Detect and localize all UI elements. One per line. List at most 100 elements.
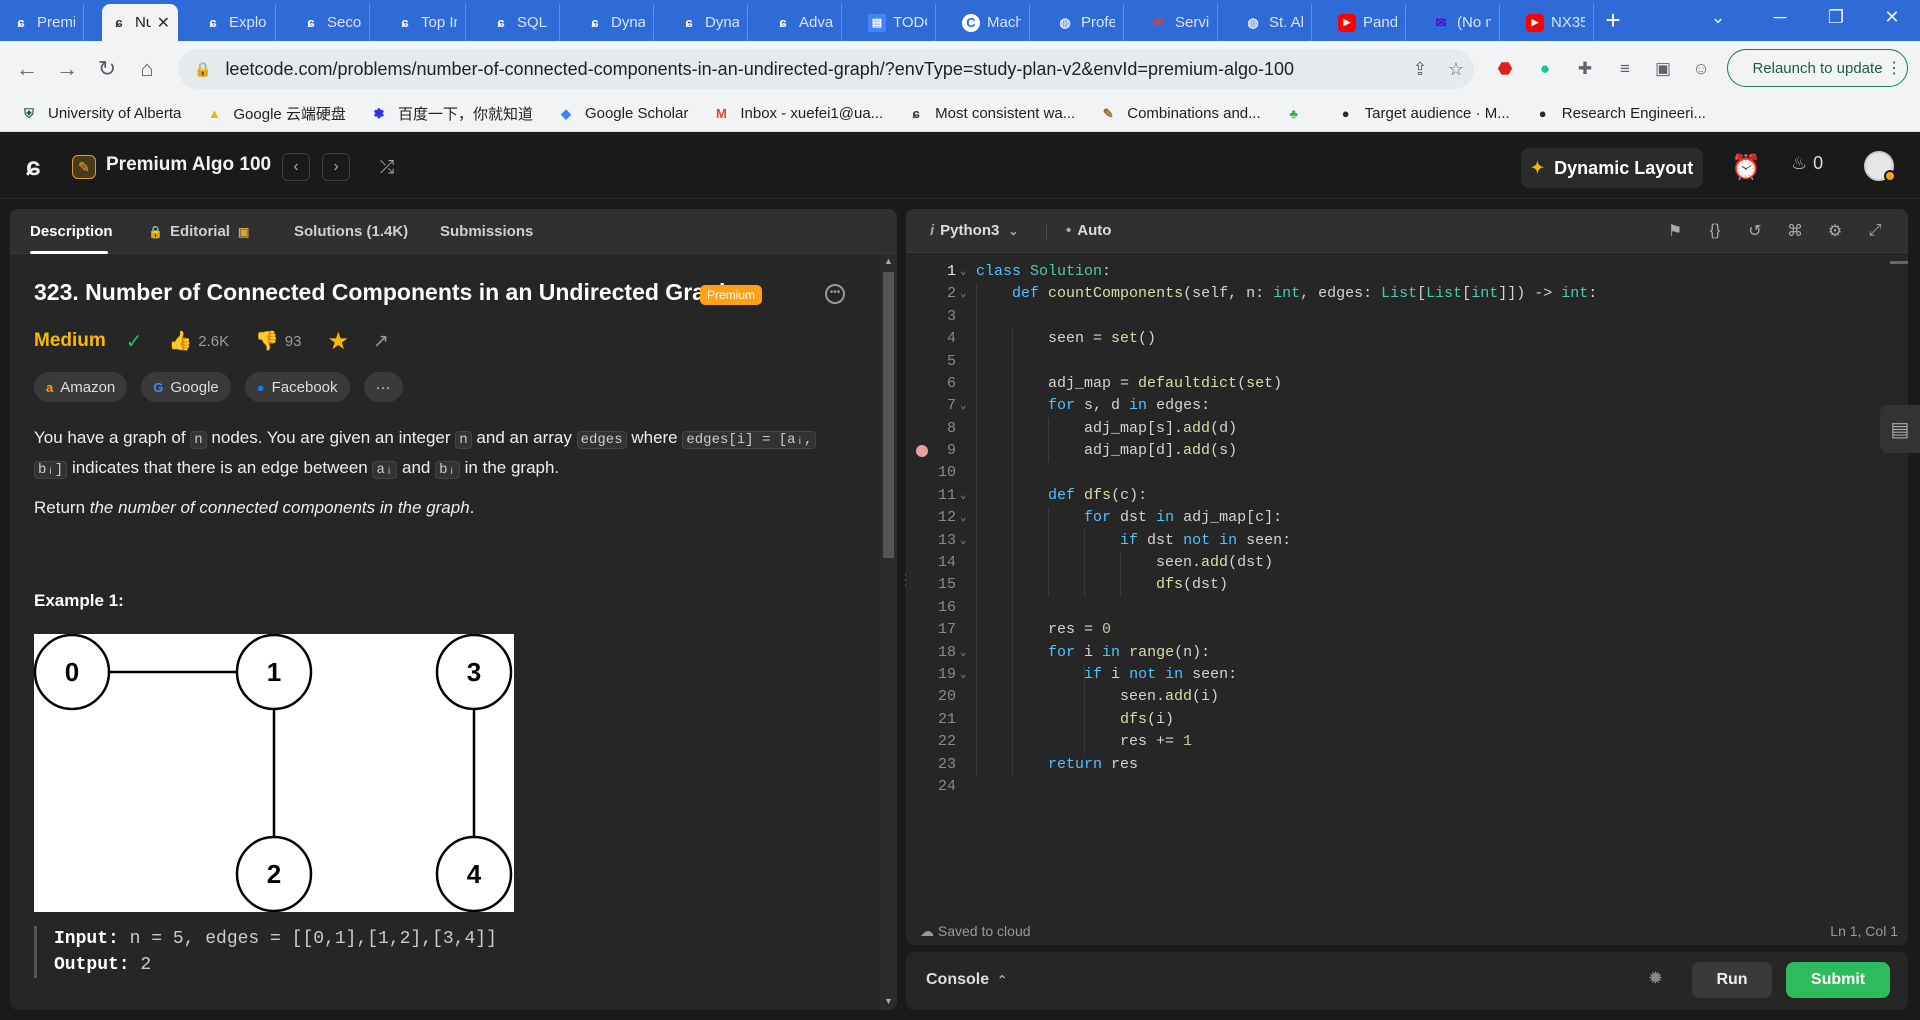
study-plan-title[interactable]: Premium Algo 100: [106, 154, 271, 176]
settings-gear-icon[interactable]: ⚙: [1824, 220, 1846, 242]
bookmark-star-icon[interactable]: ☆: [1438, 59, 1474, 80]
browser-tab[interactable]: ɕ Explor: [196, 4, 276, 41]
code-line[interactable]: 20 seen.add(i): [906, 686, 1908, 708]
more-options-icon[interactable]: •••: [825, 284, 845, 304]
code-line[interactable]: 7 ⌄ for s, d in edges:: [906, 395, 1908, 417]
tab-search-icon[interactable]: ⌄: [1690, 0, 1746, 34]
browser-tab[interactable]: ɕ Dynan: [578, 4, 654, 41]
tab-solutions[interactable]: Solutions (1.4K): [294, 223, 408, 240]
breakpoint-marker[interactable]: [916, 445, 928, 458]
favorite-star-icon[interactable]: ★: [327, 327, 349, 356]
alarm-clock-icon[interactable]: ⏰: [1731, 152, 1761, 182]
side-panel-icon[interactable]: ▣: [1648, 54, 1678, 84]
browser-tab[interactable]: ɕ Nu ✕: [102, 4, 178, 41]
language-select[interactable]: i Python3 ⌄: [930, 222, 1018, 239]
code-line[interactable]: 6 adj_map = defaultdict(set): [906, 373, 1908, 395]
code-line[interactable]: 13 ⌄ if dst not in seen:: [906, 530, 1908, 552]
browser-tab[interactable]: ɕ Dynan: [672, 4, 748, 41]
problem-title[interactable]: 323. Number of Connected Components in a…: [34, 279, 733, 306]
code-line[interactable]: 5: [906, 351, 1908, 373]
browser-tab[interactable]: ɕ Secon: [294, 4, 370, 41]
bookmark-item[interactable]: ◆ Google Scholar: [557, 105, 688, 123]
console-toggle[interactable]: Console ⌃: [926, 971, 1007, 989]
code-line[interactable]: 12 ⌄ for dst in adj_map[c]:: [906, 507, 1908, 529]
browser-tab[interactable]: ◍ St. Alb: [1236, 4, 1312, 41]
code-line[interactable]: 10: [906, 462, 1908, 484]
fold-chevron-icon[interactable]: ⌄: [960, 642, 967, 664]
fold-chevron-icon[interactable]: ⌄: [960, 507, 967, 529]
browser-tab[interactable]: ▤ TODO: [860, 4, 936, 41]
code-line[interactable]: 8 adj_map[s].add(d): [906, 418, 1908, 440]
reload-button[interactable]: ↻: [92, 54, 122, 84]
description-scrollbar[interactable]: ▲ ▼: [880, 254, 897, 1010]
browser-tab[interactable]: ✉ Servic: [1142, 4, 1218, 41]
bookmark-item[interactable]: M Inbox - xuefei1@ua...: [712, 105, 883, 123]
tab-submissions[interactable]: Submissions: [440, 223, 533, 240]
thumbs-up-icon[interactable]: 👍: [169, 329, 193, 353]
reset-code-icon[interactable]: ↺: [1744, 220, 1766, 242]
tab-description[interactable]: Description: [30, 223, 113, 240]
bookmark-item[interactable]: ● Research Engineeri...: [1534, 105, 1706, 123]
browser-tab[interactable]: ▶ Panda: [1330, 4, 1406, 41]
bookmark-item[interactable]: ɕ Most consistent wa...: [907, 105, 1076, 123]
thumbs-down-icon[interactable]: 👎: [255, 329, 279, 353]
code-line[interactable]: 9 adj_map[d].add(s): [906, 440, 1908, 462]
home-button[interactable]: ⌂: [132, 54, 162, 84]
fold-chevron-icon[interactable]: ⌄: [960, 261, 967, 283]
code-area[interactable]: 1 ⌄ class Solution: 2 ⌄ def countComponents(…: [906, 261, 1908, 821]
code-line[interactable]: 4 seen = set(): [906, 328, 1908, 350]
back-button[interactable]: ←: [12, 54, 42, 84]
tag-facebook[interactable]: ● Facebook: [244, 372, 350, 402]
shuffle-icon[interactable]: ⤮: [373, 153, 401, 181]
share-icon[interactable]: ↗: [373, 330, 389, 353]
browser-tab[interactable]: ɕ Top In: [388, 4, 466, 41]
fullscreen-expand-icon[interactable]: ⤢: [1864, 220, 1886, 242]
fold-chevron-icon[interactable]: ⌄: [960, 395, 967, 417]
notes-side-tab[interactable]: ▤: [1880, 405, 1920, 453]
fold-chevron-icon[interactable]: ⌄: [960, 283, 967, 305]
bookmark-icon[interactable]: ⚑: [1664, 220, 1686, 242]
debug-bug-icon[interactable]: ✹: [1648, 968, 1663, 989]
profile-avatar-icon[interactable]: ☺: [1686, 54, 1716, 84]
media-control-icon[interactable]: ≡: [1610, 54, 1640, 84]
browser-tab[interactable]: ɕ Premiu: [4, 4, 84, 41]
code-line[interactable]: 1 ⌄ class Solution:: [906, 261, 1908, 283]
relaunch-to-update-button[interactable]: Relaunch to update: [1727, 49, 1908, 87]
scrollbar-thumb[interactable]: [883, 272, 894, 558]
extensions-puzzle-icon[interactable]: ✚: [1570, 54, 1600, 84]
tag-google[interactable]: G Google: [141, 372, 231, 402]
fold-chevron-icon[interactable]: ⌄: [960, 485, 967, 507]
share-icon[interactable]: ⇪: [1402, 59, 1438, 80]
bookmark-item[interactable]: ⛨ University of Alberta: [20, 105, 181, 123]
bookmark-item[interactable]: ▲ Google 云端硬盘: [205, 103, 346, 124]
browser-tab[interactable]: ✉ (No ne: [1424, 4, 1500, 41]
next-problem-button[interactable]: ›: [322, 153, 350, 181]
user-avatar[interactable]: [1864, 151, 1896, 182]
bookmark-item[interactable]: ● Target audience · M...: [1337, 105, 1510, 123]
code-line[interactable]: 23 return res: [906, 754, 1908, 776]
code-line[interactable]: 18 ⌄ for i in range(n):: [906, 642, 1908, 664]
bookmark-item[interactable]: ✎ Combinations and...: [1099, 105, 1261, 123]
bookmark-item[interactable]: ✽ 百度一下，你就知道: [370, 103, 532, 124]
code-line[interactable]: 17 res = 0: [906, 619, 1908, 641]
run-button[interactable]: Run: [1692, 962, 1772, 998]
dynamic-layout-button[interactable]: ✦ Dynamic Layout: [1521, 148, 1703, 188]
grammarly-extension-icon[interactable]: ●: [1530, 54, 1560, 84]
fold-chevron-icon[interactable]: ⌄: [960, 530, 967, 552]
kebab-menu-icon[interactable]: ⋮: [1886, 49, 1906, 87]
code-line[interactable]: 16: [906, 597, 1908, 619]
url-omnibox[interactable]: 🔒 leetcode.com/problems/number-of-connec…: [178, 49, 1474, 89]
tag-amazon[interactable]: a Amazon: [34, 372, 128, 402]
submit-button[interactable]: Submit: [1786, 962, 1890, 998]
code-line[interactable]: 21 dfs(i): [906, 709, 1908, 731]
close-window-button[interactable]: ✕: [1864, 0, 1920, 34]
browser-tab[interactable]: ɕ SQL 5: [484, 4, 560, 41]
streak-counter[interactable]: ♨ 0: [1791, 153, 1823, 174]
format-braces-icon[interactable]: {}: [1704, 220, 1726, 242]
lock-icon[interactable]: 🔒: [194, 61, 211, 78]
prev-problem-button[interactable]: ‹: [282, 153, 310, 181]
forward-button[interactable]: →: [52, 54, 82, 84]
browser-tab[interactable]: C Machi: [954, 4, 1030, 41]
code-line[interactable]: 2 ⌄ def countComponents(self, n: int, edg…: [906, 283, 1908, 305]
code-line[interactable]: 19 ⌄ if i not in seen:: [906, 664, 1908, 686]
